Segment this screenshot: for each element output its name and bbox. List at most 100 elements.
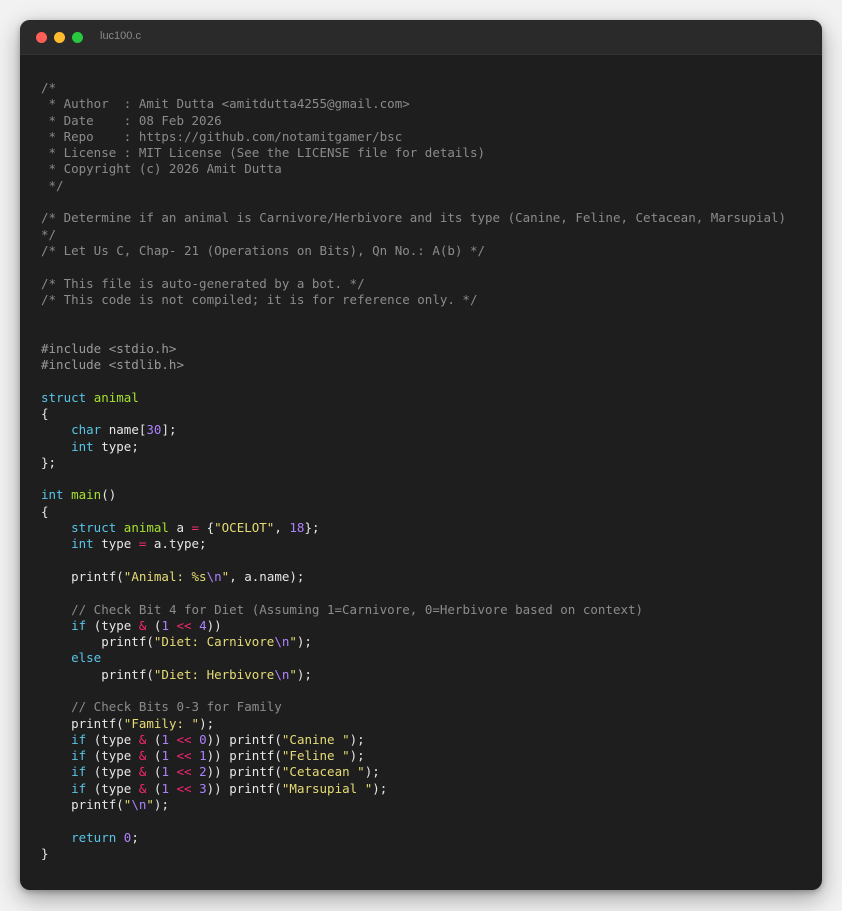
- code-line: * Author : Amit Dutta <amitdutta4255@gma…: [41, 96, 786, 112]
- code-line: };: [41, 455, 786, 471]
- maximize-window-button[interactable]: [72, 32, 83, 43]
- code-token-plain: (type: [86, 731, 139, 747]
- code-token-num: 0: [199, 731, 207, 747]
- code-line: */: [41, 178, 786, 194]
- code-token-op: <<: [176, 748, 192, 764]
- code-token-num: 1: [161, 617, 169, 633]
- code-token-plain: );: [296, 634, 312, 650]
- code-token-plain: (type: [86, 617, 139, 633]
- code-token-plain: a.type;: [146, 536, 207, 552]
- code-token-kw: if: [71, 748, 87, 764]
- code-token-plain: (: [146, 764, 162, 780]
- code-token-plain: );: [364, 764, 380, 780]
- code-token-plain: );: [349, 748, 365, 764]
- code-token-plain: a: [168, 520, 192, 536]
- code-token-plain: );: [296, 666, 312, 682]
- code-token-plain: ;: [131, 829, 139, 845]
- code-line: * Repo : https://github.com/notamitgamer…: [41, 129, 786, 145]
- code-token-str: "Family: ": [123, 715, 200, 731]
- code-token-plain: (type: [86, 764, 139, 780]
- code-token-str: ": [146, 797, 154, 813]
- code-token-comment: /* This code is not compiled; it is for …: [41, 291, 478, 307]
- code-token-str: "Diet: Carnivore: [153, 634, 275, 650]
- code-line: char name[30];: [41, 422, 786, 438]
- code-line: printf("\n");: [41, 797, 786, 813]
- code-token-str: "OCELOT": [214, 520, 275, 536]
- code-line: printf("Diet: Herbivore\n");: [41, 667, 786, 683]
- code-token-plain: printf(: [41, 797, 124, 813]
- code-token-plain: );: [199, 715, 215, 731]
- code-line: printf("Animal: %s\n", a.name);: [41, 569, 786, 585]
- code-token-plain: {: [41, 503, 49, 519]
- code-token-plain: (: [146, 748, 162, 764]
- code-token-plain: , a.name);: [229, 568, 305, 584]
- code-token-plain: ];: [161, 422, 177, 438]
- code-token-str: "Cetacean ": [281, 764, 365, 780]
- code-line: if (type & (1 << 0)) printf("Canine ");: [41, 732, 786, 748]
- code-token-comment: */: [41, 177, 64, 193]
- code-token-num: 1: [161, 764, 169, 780]
- code-token-str: "Canine ": [281, 731, 350, 747]
- code-token-num: 1: [161, 731, 169, 747]
- code-token-num: 2: [199, 764, 207, 780]
- code-line: if (type & (1 << 3)) printf("Marsupial "…: [41, 781, 786, 797]
- code-token-plain: printf(: [41, 666, 154, 682]
- code-token-plain: (): [101, 487, 117, 503]
- code-token-plain: )) printf(: [206, 780, 282, 796]
- minimize-window-button[interactable]: [54, 32, 65, 43]
- code-token-num: 1: [161, 780, 169, 796]
- code-token-comment: /* Determine if an animal is Carnivore/H…: [41, 210, 787, 226]
- code-line: #include <stdlib.h>: [41, 357, 786, 373]
- code-line: // Check Bit 4 for Diet (Assuming 1=Carn…: [41, 602, 786, 618]
- code-token-plain: printf(: [41, 634, 154, 650]
- code-token-plain: {: [41, 405, 49, 421]
- code-token-kw: char: [71, 422, 102, 438]
- code-line: int main(): [41, 487, 786, 503]
- close-window-button[interactable]: [36, 32, 47, 43]
- code-token-kw: else: [71, 650, 102, 666]
- code-token-num: 4: [199, 617, 207, 633]
- code-token-num: 1: [199, 748, 207, 764]
- code-token-str: "Animal: %s: [123, 568, 207, 584]
- code-token-kw: struct: [41, 389, 87, 405]
- code-editor[interactable]: /* * Author : Amit Dutta <amitdutta4255@…: [41, 80, 786, 862]
- code-token-esc: \n: [206, 568, 222, 584]
- code-token-comment: /*: [41, 80, 57, 95]
- code-token-comment: * Author : Amit Dutta <amitdutta4255@gma…: [41, 96, 410, 112]
- code-token-comment: // Check Bit 4 for Diet (Assuming 1=Carn…: [71, 601, 644, 617]
- code-token-kw: if: [71, 780, 87, 796]
- code-token-str: "Marsupial ": [281, 780, 373, 796]
- title-bar: luc100.c: [20, 20, 822, 55]
- code-token-type: animal: [93, 389, 139, 405]
- code-token-str: "Diet: Herbivore: [153, 666, 275, 682]
- code-line: /* Let Us C, Chap- 21 (Operations on Bit…: [41, 243, 786, 259]
- code-token-num: 30: [146, 422, 162, 438]
- code-line: if (type & (1 << 2)) printf("Cetacean ")…: [41, 764, 786, 780]
- code-token-pre: #include <stdlib.h>: [41, 357, 184, 373]
- code-token-plain: (: [146, 780, 162, 796]
- code-token-kw: return: [71, 829, 117, 845]
- code-token-comment: * Copyright (c) 2026 Amit Dutta: [41, 161, 282, 177]
- code-line: */: [41, 227, 786, 243]
